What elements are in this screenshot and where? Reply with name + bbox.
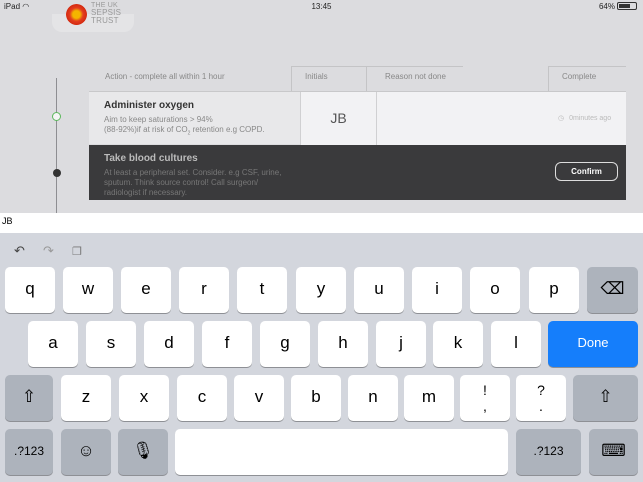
- numbers-key-left[interactable]: .?123: [5, 429, 53, 475]
- reason-cell[interactable]: [377, 92, 551, 145]
- key-a[interactable]: a: [28, 321, 78, 367]
- key-u[interactable]: u: [354, 267, 404, 313]
- keyboard-hide-icon: ⌨: [601, 441, 626, 460]
- key-t[interactable]: t: [237, 267, 287, 313]
- key-d[interactable]: d: [144, 321, 194, 367]
- sepsis-app: THE UK SEPSIS TRUST Action - complete al…: [0, 2, 643, 213]
- emoji-key[interactable]: ☺: [61, 429, 111, 475]
- backspace-key[interactable]: ⌫: [587, 267, 638, 313]
- key-e[interactable]: e: [121, 267, 171, 313]
- numbers-key-right[interactable]: .?123: [516, 429, 581, 475]
- timeline-line: [56, 78, 57, 213]
- sepsis-sun-icon: [66, 4, 87, 25]
- divider: [291, 66, 463, 67]
- clock-icon: ◷: [558, 115, 565, 122]
- hide-keyboard-key[interactable]: ⌨: [589, 429, 638, 475]
- key-b[interactable]: b: [291, 375, 341, 421]
- emoji-icon: ☺: [77, 441, 95, 460]
- battery-icon: [617, 2, 637, 10]
- divider: [291, 66, 292, 91]
- shift-key-right[interactable]: ⇧: [573, 375, 638, 421]
- key-g[interactable]: g: [260, 321, 310, 367]
- key-x[interactable]: x: [119, 375, 169, 421]
- microphone-icon: 🎙︎: [132, 441, 154, 460]
- logo-text: THE UK SEPSIS TRUST: [91, 2, 122, 25]
- logo: THE UK SEPSIS TRUST: [52, 2, 134, 32]
- divider: [548, 66, 549, 91]
- redo-icon[interactable]: ↷: [43, 243, 54, 259]
- key-m[interactable]: m: [404, 375, 454, 421]
- shift-key-left[interactable]: ⇧: [5, 375, 53, 421]
- done-button[interactable]: Done: [548, 321, 638, 367]
- paste-icon[interactable]: ❐: [72, 245, 82, 258]
- row-title: Take blood cultures: [104, 153, 198, 164]
- key-v[interactable]: v: [234, 375, 284, 421]
- key-j[interactable]: j: [376, 321, 426, 367]
- header-reason: Reason not done: [385, 72, 446, 81]
- confirm-button[interactable]: Confirm: [555, 162, 618, 181]
- timeline-dot-current: [53, 169, 61, 177]
- key-exclamation-comma[interactable]: !,: [460, 375, 510, 421]
- key-o[interactable]: o: [470, 267, 520, 313]
- initials-cell[interactable]: JB: [300, 92, 377, 145]
- key-c[interactable]: c: [177, 375, 227, 421]
- divider: [366, 66, 367, 91]
- key-s[interactable]: s: [86, 321, 136, 367]
- key-y[interactable]: y: [296, 267, 346, 313]
- key-p[interactable]: p: [529, 267, 579, 313]
- row-description: Aim to keep saturations > 94% (88-92%)if…: [104, 115, 265, 137]
- dictation-key[interactable]: 🎙︎: [118, 429, 168, 475]
- key-r[interactable]: r: [179, 267, 229, 313]
- timeline-dot-complete: [52, 112, 61, 121]
- initials-input[interactable]: JB: [0, 213, 643, 233]
- key-z[interactable]: z: [61, 375, 111, 421]
- shift-icon: ⇧: [598, 387, 613, 406]
- table-row[interactable]: Take blood cultures At least a periphera…: [89, 145, 626, 200]
- key-n[interactable]: n: [348, 375, 398, 421]
- shift-icon: ⇧: [21, 387, 37, 406]
- space-bar[interactable]: [175, 429, 508, 475]
- row-description: At least a peripheral set. Consider. e.g…: [104, 168, 282, 197]
- keyboard: ↶ ↷ ❐ q w e r t y u i o p ⌫ a s d f g h …: [0, 233, 643, 482]
- table-row[interactable]: Administer oxygen Aim to keep saturation…: [89, 91, 626, 145]
- header-complete: Complete: [562, 72, 597, 81]
- row-title: Administer oxygen: [104, 100, 195, 111]
- key-l[interactable]: l: [491, 321, 541, 367]
- key-h[interactable]: h: [318, 321, 368, 367]
- key-i[interactable]: i: [412, 267, 462, 313]
- key-question-period[interactable]: ?.: [516, 375, 566, 421]
- key-q[interactable]: q: [5, 267, 55, 313]
- battery-indicator: 64%: [599, 2, 637, 11]
- key-f[interactable]: f: [202, 321, 252, 367]
- header-action: Action - complete all within 1 hour: [105, 72, 225, 81]
- undo-icon[interactable]: ↶: [14, 243, 25, 259]
- complete-cell: ◷ 0minutes ago: [549, 92, 626, 145]
- backspace-icon: ⌫: [600, 279, 625, 298]
- divider: [548, 66, 626, 67]
- header-initials: Initials: [305, 72, 328, 81]
- key-w[interactable]: w: [63, 267, 113, 313]
- key-k[interactable]: k: [433, 321, 483, 367]
